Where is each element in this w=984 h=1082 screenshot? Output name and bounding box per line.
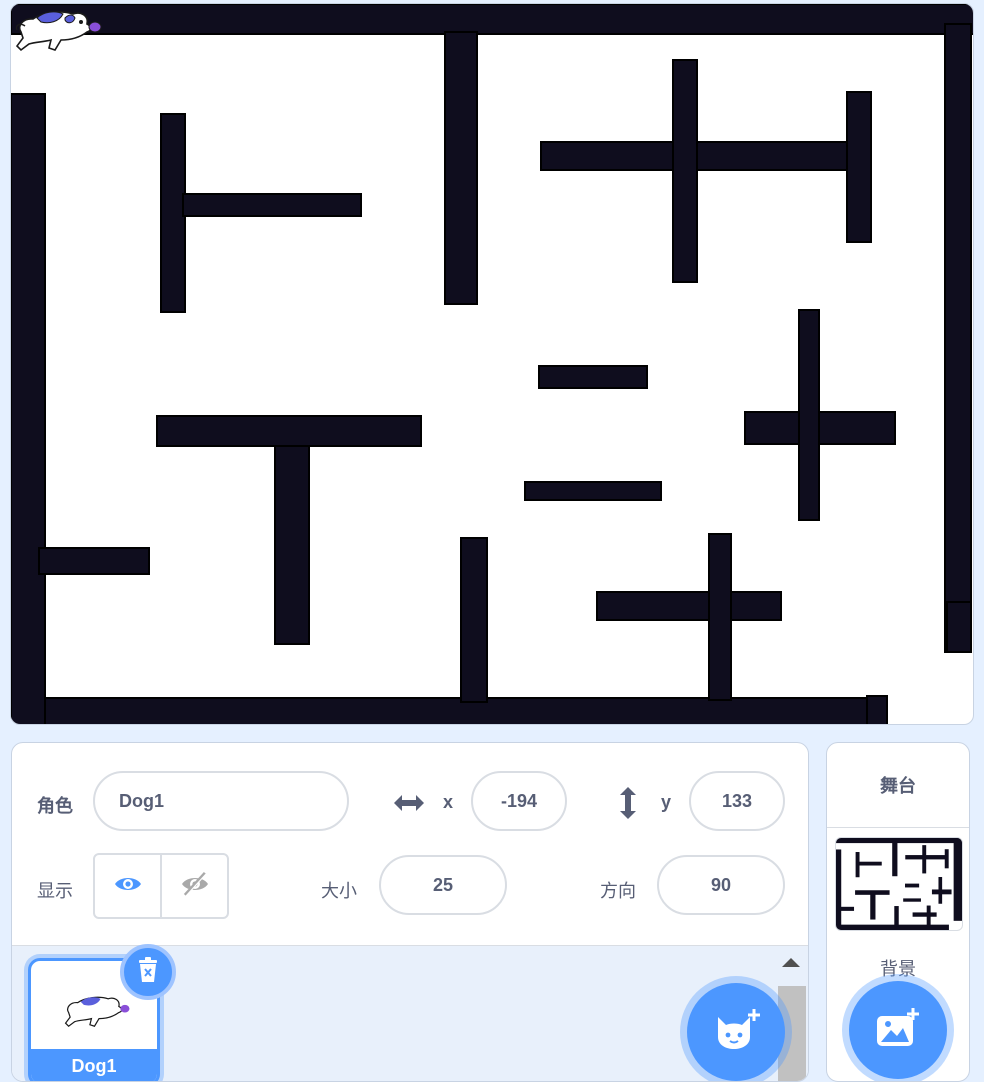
size-input[interactable]: 25 (379, 855, 507, 915)
x-label: x (443, 792, 454, 812)
hide-button[interactable] (162, 855, 227, 917)
maze-wall (524, 481, 662, 501)
add-backdrop-button[interactable] (849, 981, 947, 1079)
y-label: y (661, 792, 672, 812)
maze-wall (538, 365, 648, 389)
eye-slash-icon (180, 871, 210, 902)
maze-wall (672, 59, 698, 283)
direction-label: 方向 (600, 881, 636, 901)
backdrop-thumbnail[interactable] (835, 837, 963, 931)
maze-wall (846, 91, 872, 243)
maze-wall (596, 591, 782, 621)
maze-wall-bottom-stub (866, 695, 888, 724)
maze-wall-left (11, 93, 46, 724)
maze-wall-right-stub (946, 601, 972, 653)
maze-wall (444, 31, 478, 305)
maze-wall (160, 113, 186, 313)
maze-backdrop (11, 4, 973, 724)
y-input[interactable]: 133 (689, 771, 785, 831)
show-label: 显示 (37, 881, 73, 901)
sprite-label: 角色 (37, 796, 73, 816)
sprite-info-panel: 角色 Dog1 x -194 y 133 显示 大小 25 方向 90 Dog1 (11, 742, 809, 1082)
maze-wall (708, 533, 732, 701)
dog-sprite[interactable] (11, 4, 103, 56)
direction-input[interactable]: 90 (657, 855, 785, 915)
show-button[interactable] (95, 855, 162, 917)
maze-wall-top (11, 4, 973, 35)
stage-canvas[interactable] (10, 3, 974, 725)
sprite-name-input[interactable]: Dog1 (93, 771, 349, 831)
maze-wall (156, 415, 422, 447)
x-input[interactable]: -194 (471, 771, 567, 831)
horizontal-arrows-icon (392, 791, 426, 820)
maze-wall (798, 309, 820, 521)
vertical-arrows-icon (616, 785, 640, 826)
scroll-up-arrow-icon[interactable] (782, 958, 800, 967)
maze-wall (274, 445, 310, 645)
size-label: 大小 (321, 881, 357, 901)
trash-icon (136, 956, 160, 989)
maze-wall (38, 547, 150, 575)
maze-wall (460, 537, 488, 703)
maze-wall (182, 193, 362, 217)
stage-panel: 舞台 背景 (826, 742, 970, 1082)
sprite-list: Dog1 (12, 944, 808, 1081)
visibility-toggle (93, 853, 229, 919)
eye-icon (113, 873, 143, 900)
dog-thumbnail (64, 996, 130, 1028)
maze-thumbnail (836, 838, 962, 930)
stage-title[interactable]: 舞台 (827, 743, 969, 828)
add-sprite-button[interactable] (687, 983, 785, 1081)
maze-wall-right (944, 23, 972, 653)
cat-plus-icon (712, 1008, 760, 1056)
backdrop-label: 背景 (880, 959, 916, 979)
delete-sprite-button[interactable] (120, 944, 176, 1000)
sprite-tile-name: Dog1 (31, 1049, 157, 1081)
image-plus-icon (875, 1007, 921, 1053)
